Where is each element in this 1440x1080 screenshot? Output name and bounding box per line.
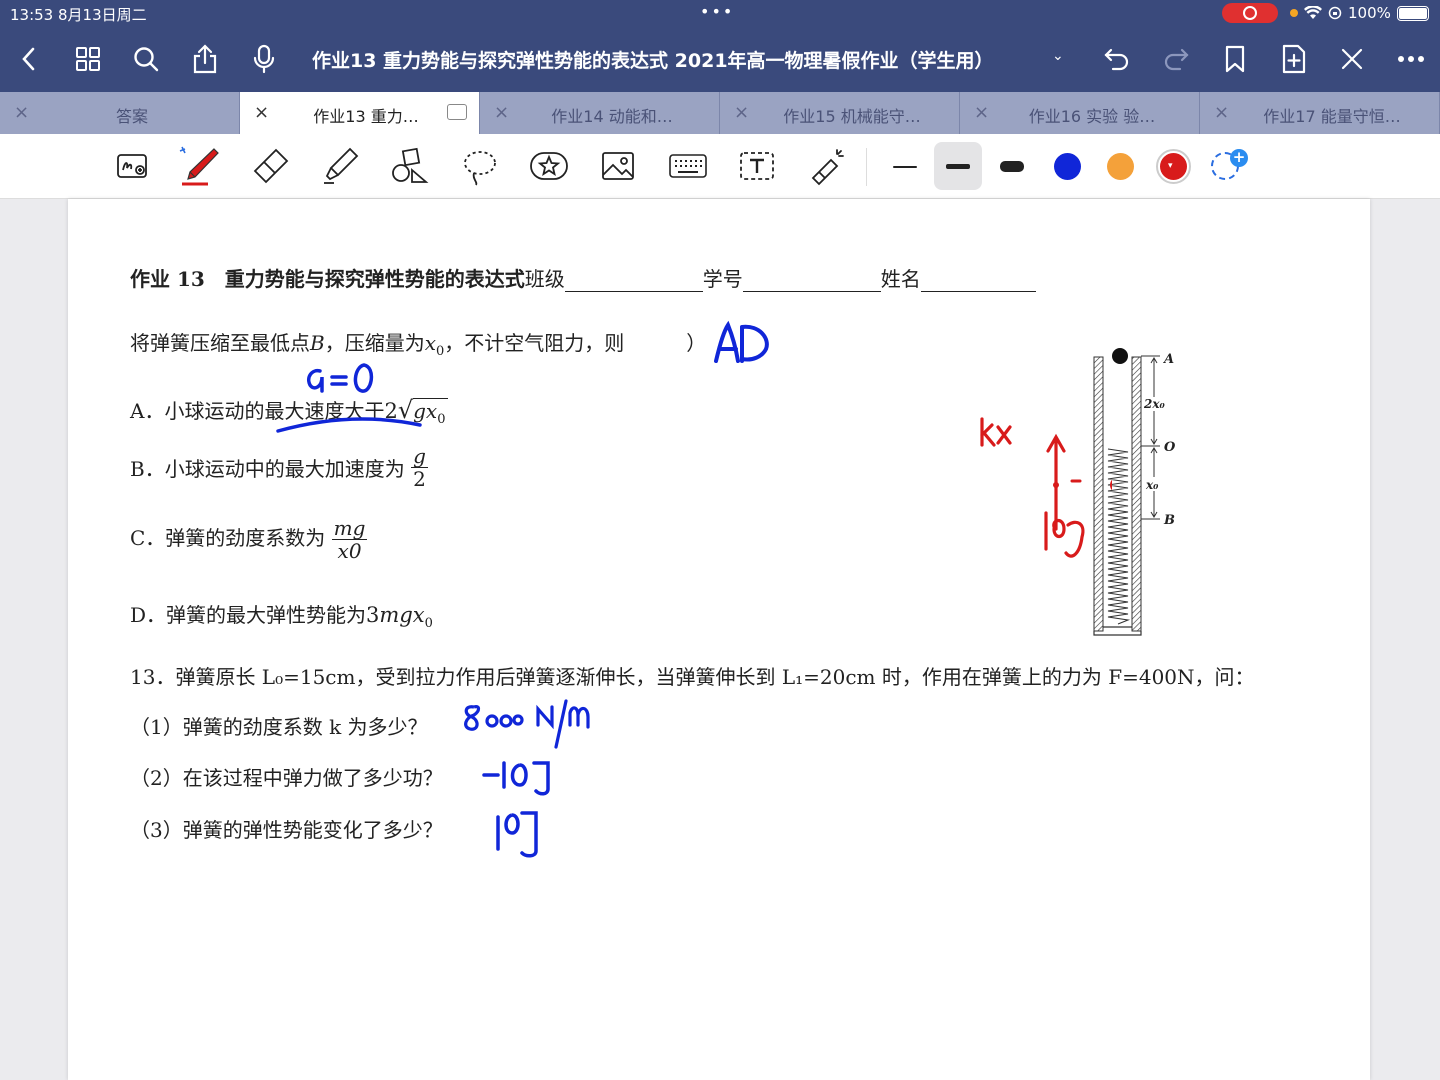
status-time: 13:53 8月13日周二: [10, 6, 147, 24]
chevron-down-icon[interactable]: ⌄: [1052, 48, 1064, 64]
status-bar: 13:53 8月13日周二 ••• 100%: [0, 0, 1440, 26]
label-x0: x₀: [1145, 478, 1159, 492]
option-c: C．弹簧的劲度系数为 mg x0: [130, 516, 368, 563]
keyboard-icon[interactable]: [666, 144, 710, 188]
option-b: B．小球运动中的最大加速度为 g2: [130, 444, 428, 491]
add-page-icon[interactable]: [1277, 42, 1311, 76]
shapes-icon[interactable]: [388, 144, 432, 188]
share-icon[interactable]: [188, 42, 222, 76]
tab-hw15[interactable]: × 作业15 机械能守…: [720, 92, 960, 134]
back-icon[interactable]: [12, 42, 46, 76]
eraser-icon[interactable]: [248, 144, 292, 188]
document-title[interactable]: 作业13 重力势能与探究弹性势能的表达式 2021年高一物理暑假作业（学生用）: [312, 46, 994, 73]
handwritten-answer-1: [464, 699, 590, 749]
highlighter-icon[interactable]: [318, 144, 362, 188]
label-b: B: [1163, 513, 1175, 528]
chevron-down-icon: ▾: [1168, 161, 1173, 171]
document-page: 作业 13 重力势能与探究弹性势能的表达式班级 学号 姓名 将弹簧压缩至最低点B，压…: [68, 199, 1370, 1080]
tab-answers[interactable]: × 答案: [0, 92, 240, 134]
assignment-heading: 作业 13 重力势能与探究弹性势能的表达式班级 学号 姓名: [130, 263, 1036, 292]
multitask-dots[interactable]: •••: [700, 2, 734, 21]
label-2x0: 2x₀: [1143, 397, 1166, 411]
pen-icon[interactable]: [178, 144, 222, 188]
stroke-medium[interactable]: [946, 164, 970, 169]
handwritten-answer-ad: [714, 320, 769, 363]
mic-indicator-icon: [1290, 9, 1298, 17]
battery-icon: [1396, 5, 1429, 21]
handwritten-force-diagram: [1044, 433, 1112, 558]
question-13-3: （3）弹簧的弹性势能变化了多少？: [130, 818, 443, 842]
search-icon[interactable]: [129, 42, 163, 76]
thumbnails-icon[interactable]: [71, 42, 105, 76]
tab-hw16[interactable]: × 作业16 实验 验…: [960, 92, 1200, 134]
color-blue[interactable]: [1054, 153, 1081, 180]
microphone-icon[interactable]: [247, 42, 281, 76]
question-13-2: （2）在该过程中弹力做了多少功？: [130, 766, 443, 790]
close-pencil-toolbar-icon[interactable]: [1335, 42, 1369, 76]
color-red-selected[interactable]: [1160, 153, 1187, 180]
id-blank: [742, 272, 881, 292]
tab-bar: × 答案 × 作业13 重力… × 作业14 动能和… × 作业15 机械能守……: [0, 92, 1440, 134]
more-icon[interactable]: [1394, 42, 1428, 76]
handwritten-kx: [980, 417, 1012, 447]
lasso-icon[interactable]: [458, 144, 502, 188]
handwritten-underline: [276, 417, 422, 433]
handwritten-answer-3: [496, 811, 538, 858]
label-a: A: [1162, 352, 1174, 367]
toolbar-divider: [866, 148, 867, 186]
ball: [1112, 348, 1128, 364]
handwriting-lasso-icon[interactable]: [111, 144, 155, 188]
color-orange[interactable]: [1107, 153, 1134, 180]
screen-recording-indicator[interactable]: [1222, 3, 1278, 23]
title-bar: 作业13 重力势能与探究弹性势能的表达式 2021年高一物理暑假作业（学生用） …: [0, 26, 1440, 92]
class-blank: [564, 272, 703, 292]
handwritten-answer-2: [482, 761, 550, 796]
close-tab-icon[interactable]: ×: [14, 102, 29, 123]
question-intro: 将弹簧压缩至最低点B，压缩量为x0，不计空气阻力，则）: [130, 331, 707, 359]
name-blank: [920, 272, 1036, 292]
battery-percent: 100%: [1348, 4, 1391, 22]
bookmark-icon[interactable]: [1218, 42, 1252, 76]
label-o: O: [1164, 440, 1176, 455]
tab-hw14[interactable]: × 作业14 动能和…: [480, 92, 720, 134]
close-tab-icon[interactable]: ×: [974, 102, 989, 123]
close-tab-icon[interactable]: ×: [254, 102, 269, 123]
tab-hw17[interactable]: × 作业17 能量守恒…: [1200, 92, 1440, 134]
text-box-icon[interactable]: [735, 144, 779, 188]
question-13-1: （1）弹簧的劲度系数 k 为多少？: [130, 715, 428, 739]
plus-icon: +: [1230, 149, 1248, 167]
close-tab-icon[interactable]: ×: [1214, 102, 1229, 123]
status-right: 100%: [1290, 4, 1429, 22]
close-tab-icon[interactable]: ×: [494, 102, 509, 123]
stroke-thick[interactable]: [1000, 161, 1024, 172]
rotation-lock-icon: [1328, 6, 1342, 20]
annotation-toolbar: ▾ +: [0, 134, 1440, 199]
close-tab-icon[interactable]: ×: [734, 102, 749, 123]
split-view-icon[interactable]: [447, 104, 467, 120]
redo-icon[interactable]: [1159, 42, 1193, 76]
sticker-icon[interactable]: [527, 144, 571, 188]
laser-pointer-icon[interactable]: [805, 144, 849, 188]
option-d: D．弹簧的最大弹性势能为3mgx0: [130, 603, 433, 631]
image-icon[interactable]: [596, 144, 640, 188]
wifi-icon: [1304, 6, 1322, 19]
stroke-thin[interactable]: [893, 166, 917, 168]
handwritten-a-equals-0: [307, 363, 374, 393]
undo-icon[interactable]: [1100, 42, 1134, 76]
question-13: 13．弹簧原长 L₀=15cm，受到拉力作用后弹簧逐渐伸长，当弹簧伸长到 L₁=…: [130, 665, 1255, 689]
tab-hw13[interactable]: × 作业13 重力…: [240, 92, 480, 134]
